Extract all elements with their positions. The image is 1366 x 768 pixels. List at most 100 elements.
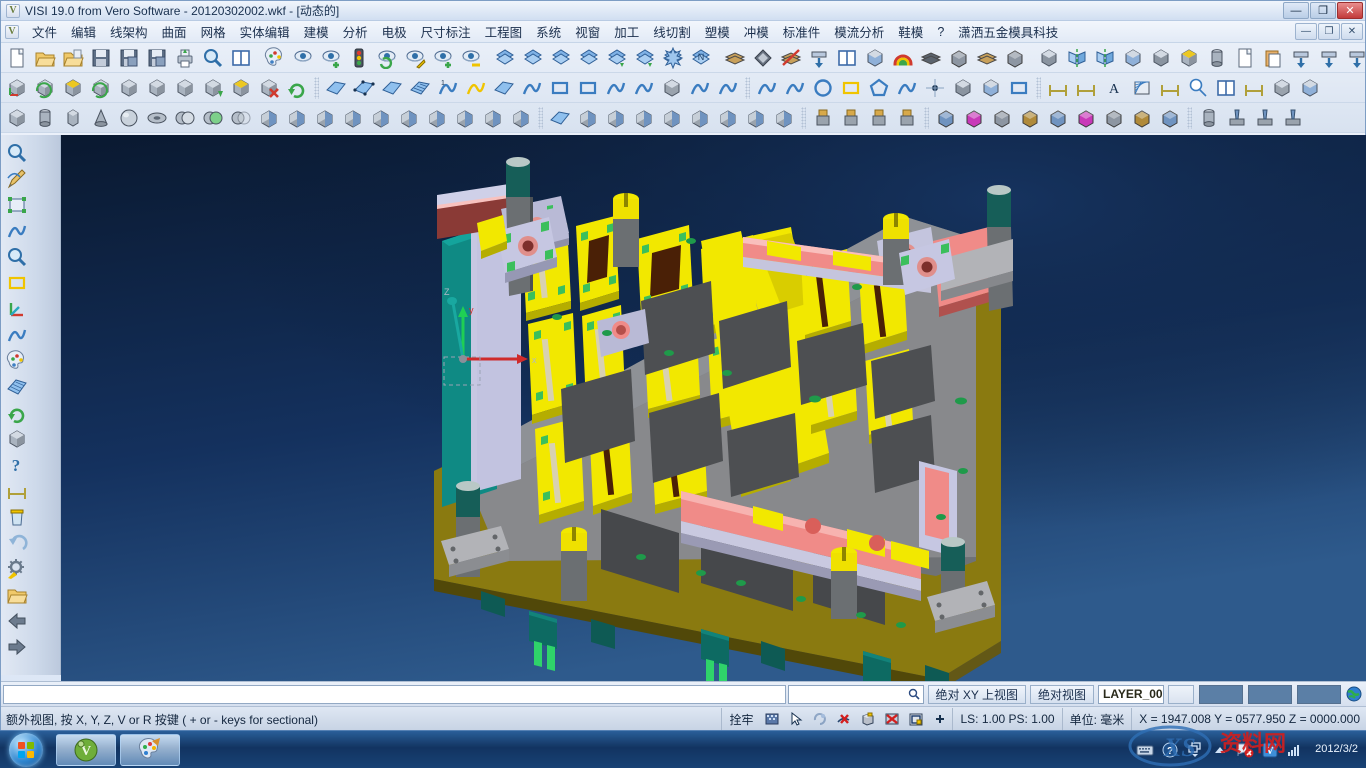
measure-icon[interactable] bbox=[1241, 75, 1267, 101]
cancel-red-icon[interactable] bbox=[880, 708, 904, 731]
electrode-list-icon[interactable] bbox=[894, 105, 920, 131]
magenta-solid-icon[interactable] bbox=[946, 45, 972, 71]
mould-icon[interactable] bbox=[1002, 45, 1028, 71]
layer-paint-icon[interactable] bbox=[3, 348, 31, 374]
extend-icon[interactable] bbox=[547, 75, 573, 101]
zoom-in-out-icon[interactable] bbox=[3, 244, 31, 270]
feature-tree-icon[interactable] bbox=[575, 105, 601, 131]
menu-standard-parts[interactable]: 标准件 bbox=[776, 20, 828, 43]
snap-label[interactable]: 拴牢 bbox=[721, 708, 760, 731]
open-part-icon[interactable] bbox=[60, 45, 86, 71]
grid-plane-icon[interactable] bbox=[3, 374, 31, 400]
view-top-icon[interactable] bbox=[60, 75, 86, 101]
solid-pocket-icon[interactable] bbox=[340, 105, 366, 131]
fit-screen-icon[interactable] bbox=[3, 192, 31, 218]
maximize-button[interactable]: ❐ bbox=[1310, 2, 1336, 19]
mould-slide-icon[interactable] bbox=[1101, 105, 1127, 131]
menu-system[interactable]: 系统 bbox=[529, 20, 568, 43]
electrode-holder-icon[interactable] bbox=[838, 105, 864, 131]
volume-icon[interactable] bbox=[1286, 741, 1304, 759]
show-hidden-icons-icon[interactable] bbox=[1211, 741, 1229, 759]
help-query-icon[interactable]: ? bbox=[3, 452, 31, 478]
cam-tool-icon[interactable] bbox=[1196, 105, 1222, 131]
curve-pencil-icon[interactable] bbox=[3, 218, 31, 244]
solid-box-icon[interactable] bbox=[4, 105, 30, 131]
visi-tray-icon[interactable]: V bbox=[1261, 741, 1279, 759]
view-properties-icon[interactable] bbox=[290, 45, 316, 71]
open-file-icon[interactable] bbox=[32, 45, 58, 71]
solid-cone-icon[interactable] bbox=[88, 105, 114, 131]
show-desktop-icon[interactable] bbox=[1186, 741, 1204, 759]
feature-fillet-icon[interactable] bbox=[715, 105, 741, 131]
mould-eject-icon[interactable] bbox=[1017, 105, 1043, 131]
electrode-check-icon[interactable] bbox=[866, 105, 892, 131]
feature-pad-icon[interactable] bbox=[659, 105, 685, 131]
stack-dark-icon[interactable] bbox=[918, 45, 944, 71]
close-button[interactable]: ✕ bbox=[1337, 2, 1363, 19]
menu-analysis[interactable]: 分析 bbox=[336, 20, 375, 43]
feature-chamfer-icon[interactable] bbox=[743, 105, 769, 131]
wire-trim-icon[interactable] bbox=[1006, 75, 1032, 101]
project-down-icon[interactable] bbox=[1316, 45, 1342, 71]
globe-icon[interactable] bbox=[1341, 686, 1366, 702]
absolute-view-button[interactable]: 绝对视图 bbox=[1030, 685, 1094, 704]
spline-icon[interactable] bbox=[519, 75, 545, 101]
view-iso-icon[interactable] bbox=[4, 75, 30, 101]
boolean-subtract-icon[interactable] bbox=[228, 105, 254, 131]
layer-extra-button[interactable] bbox=[1168, 685, 1194, 704]
solid-shell-icon[interactable] bbox=[284, 105, 310, 131]
color-swatch-2[interactable] bbox=[1248, 685, 1292, 704]
view-arrow-icon[interactable] bbox=[200, 75, 226, 101]
wire-spline-icon[interactable] bbox=[894, 75, 920, 101]
page-layout-icon[interactable] bbox=[228, 45, 254, 71]
shading-icon[interactable] bbox=[890, 45, 916, 71]
menu-dimension[interactable]: 尺寸标注 bbox=[414, 20, 478, 43]
move-solid-icon[interactable] bbox=[1148, 45, 1174, 71]
taskbar-clock[interactable]: 2012/3/2 bbox=[1311, 743, 1358, 757]
mould-base-icon[interactable] bbox=[933, 105, 959, 131]
save-solid-icon[interactable] bbox=[144, 45, 170, 71]
mould-plate-icon[interactable] bbox=[961, 105, 987, 131]
view-plane-icon[interactable] bbox=[228, 75, 254, 101]
layer-purple-icon[interactable] bbox=[548, 45, 574, 71]
mould-screw-icon[interactable] bbox=[1129, 105, 1155, 131]
rotate-snap-icon[interactable] bbox=[808, 708, 832, 731]
view-right-icon[interactable] bbox=[144, 75, 170, 101]
mdi-restore-button[interactable]: ❐ bbox=[1318, 23, 1340, 40]
mesh-icon[interactable] bbox=[407, 75, 433, 101]
view-rotate-icon[interactable] bbox=[88, 75, 114, 101]
solid-cylinder-icon[interactable] bbox=[32, 105, 58, 131]
mdi-minimize-button[interactable]: — bbox=[1295, 23, 1317, 40]
rectangle-yellow-icon[interactable] bbox=[3, 270, 31, 296]
rotate-solid-icon[interactable] bbox=[1120, 45, 1146, 71]
layer-order-icon[interactable] bbox=[632, 45, 658, 71]
solid-split-icon[interactable] bbox=[368, 105, 394, 131]
new-file-icon[interactable] bbox=[4, 45, 30, 71]
menu-drafting[interactable]: 工程图 bbox=[478, 20, 530, 43]
search-input[interactable] bbox=[788, 685, 924, 704]
wire-poly-icon[interactable] bbox=[866, 75, 892, 101]
menu-electrode[interactable]: 电极 bbox=[375, 20, 414, 43]
wire-fillet-icon[interactable] bbox=[950, 75, 976, 101]
mdi-close-button[interactable]: ✕ bbox=[1341, 23, 1363, 40]
solid-step-icon[interactable] bbox=[508, 105, 534, 131]
fillet-srf-icon[interactable] bbox=[659, 75, 685, 101]
mould-runner-icon[interactable] bbox=[1073, 105, 1099, 131]
feature-del-icon[interactable] bbox=[631, 105, 657, 131]
axis-rotate-icon[interactable] bbox=[3, 296, 31, 322]
nav-back-icon[interactable] bbox=[3, 608, 31, 634]
view-front-icon[interactable] bbox=[116, 75, 142, 101]
open-folder-icon[interactable] bbox=[3, 582, 31, 608]
solid-section-icon[interactable] bbox=[256, 105, 282, 131]
add-down-icon[interactable] bbox=[1344, 45, 1366, 71]
copy-solid-icon[interactable] bbox=[1036, 45, 1062, 71]
stack-press-icon[interactable] bbox=[974, 45, 1000, 71]
copy-icon[interactable] bbox=[1232, 45, 1258, 71]
plus-icon[interactable] bbox=[928, 708, 952, 731]
plane-blue-icon[interactable] bbox=[323, 75, 349, 101]
eye-plus-icon[interactable] bbox=[430, 45, 456, 71]
menu-flow-analysis[interactable]: 模流分析 bbox=[827, 20, 891, 43]
shaded-cube-icon[interactable] bbox=[3, 426, 31, 452]
layer-named-icon[interactable]: N bbox=[688, 45, 714, 71]
layer-blue-icon[interactable] bbox=[492, 45, 518, 71]
